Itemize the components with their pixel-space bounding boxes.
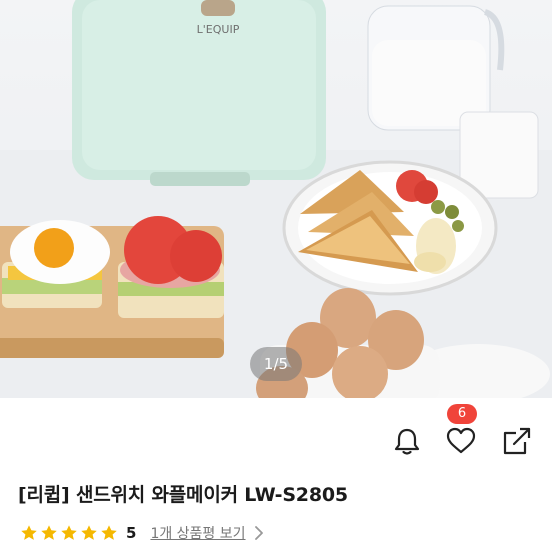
image-pager: 1/5 [250, 347, 302, 381]
chevron-right-icon[interactable] [254, 526, 264, 540]
like-count-badge: 6 [447, 404, 477, 424]
like-button[interactable] [444, 424, 478, 458]
rating-stars [20, 524, 118, 542]
product-photo-illustration: L'EQUIP [0, 0, 552, 398]
bell-icon [394, 428, 420, 455]
rating-value: 5 [126, 524, 137, 542]
product-title: [리큅] 샌드위치 와플메이커 LW-S2805 [18, 484, 348, 506]
share-button[interactable] [500, 424, 534, 458]
star-icon [101, 525, 117, 540]
star-icon [61, 525, 77, 540]
appliance-brand-text: L'EQUIP [197, 23, 240, 36]
notification-button[interactable] [390, 424, 424, 458]
product-actions: 6 [0, 400, 552, 460]
product-image[interactable]: L'EQUIP 1/5 [0, 0, 552, 398]
star-icon [81, 525, 97, 540]
heart-icon [446, 427, 476, 454]
star-icon [41, 525, 57, 540]
share-icon [503, 427, 531, 455]
star-icon [21, 525, 37, 540]
review-link[interactable]: 1개 상품평 보기 [150, 523, 245, 543]
rating-row: 5 1개 상품평 보기 [20, 522, 264, 544]
